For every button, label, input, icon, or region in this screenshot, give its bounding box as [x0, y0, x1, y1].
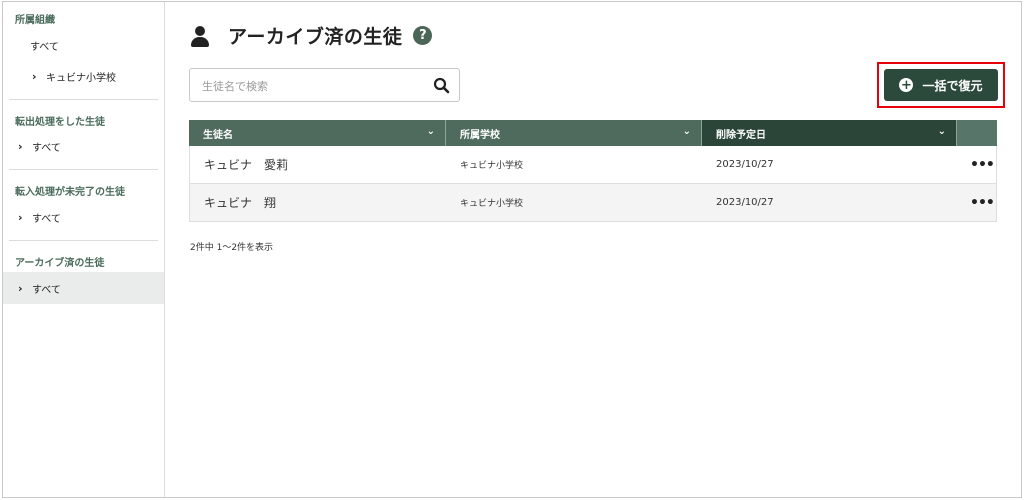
- chevron-right-icon: ›: [32, 69, 37, 83]
- sidebar-item-transferred-out-all[interactable]: › すべて: [3, 130, 164, 162]
- sidebar-divider: [9, 240, 158, 241]
- sidebar-item-all-organizations[interactable]: すべて: [3, 29, 164, 61]
- chevron-down-icon: ⌄: [682, 126, 691, 137]
- sidebar-item-label: すべて: [32, 213, 61, 225]
- search-field[interactable]: [189, 68, 460, 102]
- student-name: キュビナ 愛莉: [204, 158, 289, 172]
- sidebar-section-title-archived: アーカイブ済の生徒: [15, 258, 105, 269]
- restore-all-button[interactable]: + 一括で復元: [884, 69, 998, 101]
- user-icon: [190, 25, 210, 47]
- sidebar-item-school[interactable]: › キュビナ小学校: [3, 60, 164, 92]
- page-title: アーカイブ済の生徒: [228, 26, 403, 48]
- sidebar-item-transfer-in-all[interactable]: › すべて: [3, 201, 164, 233]
- column-header-deletion-date[interactable]: 削除予定日 ⌄: [702, 120, 957, 146]
- student-school: キュビナ小学校: [460, 161, 524, 171]
- search-icon[interactable]: [433, 77, 450, 94]
- plus-circle-icon: +: [899, 77, 914, 93]
- chevron-right-icon: ›: [18, 210, 23, 224]
- search-input[interactable]: [202, 77, 422, 95]
- chevron-right-icon: ›: [18, 139, 23, 153]
- app-frame: 所属組織 すべて › キュビナ小学校 転出処理をした生徒 › すべて 転入処理が…: [2, 1, 1022, 498]
- table-row[interactable]: キュビナ 愛莉 キュビナ小学校 2023/10/27 •••: [189, 146, 997, 184]
- column-header-actions: [957, 120, 997, 146]
- sidebar-item-label: すべて: [32, 284, 61, 296]
- sidebar-item-label: キュビナ小学校: [46, 72, 116, 84]
- chevron-down-icon: ⌄: [426, 126, 435, 137]
- page-header: アーカイブ済の生徒 ?: [190, 22, 433, 49]
- column-header-label: 生徒名: [203, 129, 233, 141]
- more-options-icon[interactable]: •••: [970, 157, 995, 173]
- sidebar-section-title-transfer-in-pending: 転入処理が未完了の生徒: [15, 187, 125, 198]
- column-header-label: 所属学校: [460, 129, 500, 141]
- result-count: 2件中 1〜2件を表示: [190, 243, 274, 253]
- sidebar-section-title-organization: 所属組織: [15, 15, 55, 26]
- sidebar-divider: [9, 99, 158, 100]
- sidebar-item-label: すべて: [30, 41, 59, 53]
- column-header-label: 削除予定日: [716, 129, 766, 141]
- sidebar-item-archived-all[interactable]: › すべて: [3, 272, 164, 304]
- more-options-icon[interactable]: •••: [970, 195, 995, 211]
- sidebar-section-title-transferred-out: 転出処理をした生徒: [15, 117, 105, 128]
- students-table: 生徒名 ⌄ 所属学校 ⌄ 削除予定日 ⌄ キュビナ 愛莉 キュビナ小学校 202…: [189, 120, 997, 222]
- table-header: 生徒名 ⌄ 所属学校 ⌄ 削除予定日 ⌄: [189, 120, 997, 146]
- table-row[interactable]: キュビナ 翔 キュビナ小学校 2023/10/27 •••: [189, 184, 997, 222]
- sidebar-item-label: すべて: [32, 142, 61, 154]
- chevron-down-icon: ⌄: [937, 126, 946, 137]
- sidebar: 所属組織 すべて › キュビナ小学校 転出処理をした生徒 › すべて 転入処理が…: [3, 2, 165, 497]
- restore-all-label: 一括で復元: [922, 78, 983, 93]
- deletion-date: 2023/10/27: [716, 197, 774, 208]
- help-icon[interactable]: ?: [413, 26, 433, 45]
- chevron-right-icon: ›: [18, 281, 23, 295]
- sidebar-divider: [9, 169, 158, 170]
- column-header-name[interactable]: 生徒名 ⌄: [189, 120, 446, 146]
- student-name: キュビナ 翔: [204, 196, 277, 210]
- deletion-date: 2023/10/27: [716, 159, 774, 170]
- column-header-school[interactable]: 所属学校 ⌄: [446, 120, 702, 146]
- student-school: キュビナ小学校: [460, 199, 524, 209]
